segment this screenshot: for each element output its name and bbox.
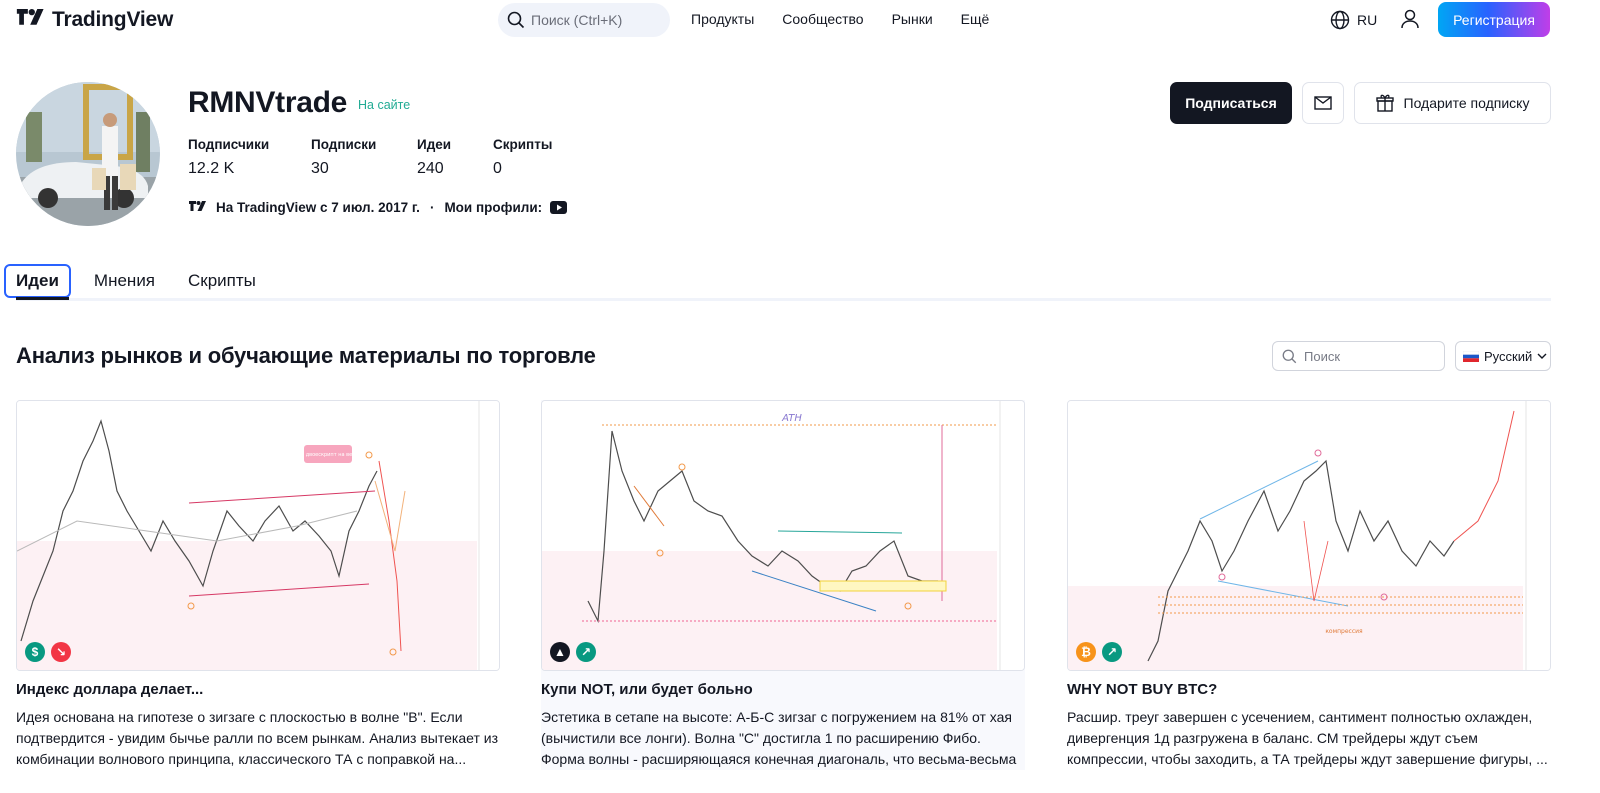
long-arrow-icon: ↗ [1102, 642, 1122, 662]
gift-icon [1375, 94, 1394, 112]
chart-thumbnail-image: ATH [542, 401, 1024, 670]
global-search-placeholder: Поиск (Ctrl+K) [531, 12, 623, 28]
my-profiles-label: Мои профили: [444, 200, 543, 215]
short-arrow-icon: ↘ [51, 642, 71, 662]
chart-annotation: Клин с двоескрипт на вершине [287, 452, 370, 458]
idea-description: Расшир. треуг завершен с усечением, сант… [1067, 709, 1548, 767]
profile-stats: Подписчики 12.2 K Подписки 30 Идеи 240 С… [188, 137, 573, 178]
active-tab-underline [16, 297, 69, 300]
chart-badges: ▲ ↗ [550, 642, 596, 662]
chart-badges: ₿ ↗ [1076, 642, 1122, 662]
member-since: На TradingView с 7 июл. 2017 г. · Мои пр… [188, 200, 568, 215]
stat-followers[interactable]: Подписчики 12.2 K [188, 137, 311, 178]
tab-ideas[interactable]: Идеи [4, 264, 71, 298]
ideas-search-placeholder: Поиск [1304, 348, 1341, 364]
avatar [16, 82, 160, 226]
idea-card[interactable]: Клин с двоескрипт на вершине $ ↘ Индекс … [16, 400, 500, 770]
main-nav: Продукты Сообщество Рынки Ещё [691, 11, 989, 27]
idea-chart-thumbnail[interactable]: компрессия ₿ ↗ [1067, 400, 1551, 671]
online-status: На сайте [358, 98, 411, 112]
search-icon [507, 11, 525, 29]
not-coin-icon: ▲ [550, 642, 570, 662]
bitcoin-icon: ₿ [1076, 642, 1096, 662]
language-filter-value: Русский [1484, 348, 1533, 364]
chart-thumbnail-image: Клин с двоескрипт на вершине [17, 401, 499, 670]
idea-title[interactable]: Индекс доллара делает... [16, 681, 500, 698]
chart-annotation: ATH [781, 413, 802, 424]
idea-chart-thumbnail[interactable]: ATH ▲ ↗ [541, 400, 1025, 671]
idea-chart-thumbnail[interactable]: Клин с двоескрипт на вершине $ ↘ [16, 400, 500, 671]
message-button[interactable] [1302, 82, 1344, 124]
stat-value: 0 [493, 160, 502, 177]
avatar-photo [16, 82, 160, 226]
tab-opinions[interactable]: Мнения [84, 264, 165, 298]
stat-following[interactable]: Подписки 30 [311, 137, 417, 178]
chart-badges: $ ↘ [25, 642, 71, 662]
stat-label: Идеи [417, 137, 452, 152]
stat-scripts[interactable]: Скрипты 0 [493, 137, 573, 178]
stat-label: Подписки [311, 137, 377, 152]
gift-subscription-label: Подарите подписку [1403, 95, 1530, 111]
member-since-text: На TradingView с 7 июл. 2017 г. [216, 200, 420, 215]
global-search[interactable]: Поиск (Ctrl+K) [498, 3, 670, 37]
user-icon[interactable] [1399, 8, 1421, 30]
long-arrow-icon: ↗ [576, 642, 596, 662]
tradingview-logo-icon [16, 9, 44, 25]
russia-flag-icon [1463, 350, 1479, 362]
stat-value: 30 [311, 160, 329, 177]
chart-thumbnail-image: компрессия [1068, 401, 1550, 670]
nav-markets[interactable]: Рынки [892, 11, 933, 27]
stat-label: Скрипты [493, 137, 553, 152]
youtube-icon[interactable] [550, 201, 568, 214]
tradingview-logo[interactable]: TradingView [16, 8, 173, 32]
section-title: Анализ рынков и обучающие материалы по т… [16, 343, 596, 368]
stat-label: Подписчики [188, 137, 270, 152]
dollar-icon: $ [25, 642, 45, 662]
ideas-search-input[interactable]: Поиск [1272, 341, 1445, 371]
nav-more[interactable]: Ещё [961, 11, 990, 27]
idea-card[interactable]: ATH ▲ ↗ Купи NOT, или будет больно Эстет… [541, 400, 1025, 770]
idea-title[interactable]: WHY NOT BUY BTC? [1067, 681, 1551, 698]
globe-icon [1330, 10, 1350, 30]
stat-value: 240 [417, 160, 444, 177]
gift-subscription-button[interactable]: Подарите подписку [1354, 82, 1551, 124]
nav-products[interactable]: Продукты [691, 11, 754, 27]
nav-community[interactable]: Сообщество [782, 11, 863, 27]
separator-dot: · [429, 200, 435, 215]
chevron-down-icon [1537, 353, 1547, 359]
profile-tabs: Идеи Мнения Скрипты [4, 264, 279, 298]
idea-description: Эстетика в сетапе на высоте: А-Б-С зигза… [541, 709, 1017, 767]
profile-username: RMNVtrade [188, 86, 347, 119]
idea-description: Идея основана на гипотезе о зигзаге с пл… [16, 709, 498, 767]
stat-ideas[interactable]: Идеи 240 [417, 137, 493, 178]
language-code: RU [1357, 12, 1378, 28]
idea-title[interactable]: Купи NOT, или будет больно [541, 681, 1025, 698]
chart-annotation: компрессия [1325, 628, 1363, 635]
language-switcher[interactable]: RU [1330, 10, 1377, 30]
subscribe-button[interactable]: Подписаться [1170, 82, 1292, 124]
tab-scripts[interactable]: Скрипты [178, 264, 266, 298]
language-filter-select[interactable]: Русский [1455, 341, 1551, 371]
logo-text: TradingView [52, 8, 174, 31]
stat-value: 12.2 K [188, 160, 235, 177]
idea-card[interactable]: компрессия ₿ ↗ WHY NOT BUY BTC? Расшир. … [1067, 400, 1551, 770]
register-button[interactable]: Регистрация [1438, 2, 1550, 37]
tradingview-small-icon [189, 200, 206, 211]
search-icon [1282, 349, 1297, 363]
top-header: TradingView Поиск (Ctrl+K) Продукты Сооб… [0, 0, 1600, 40]
mail-icon [1314, 96, 1332, 110]
tabs-divider [16, 298, 1551, 301]
